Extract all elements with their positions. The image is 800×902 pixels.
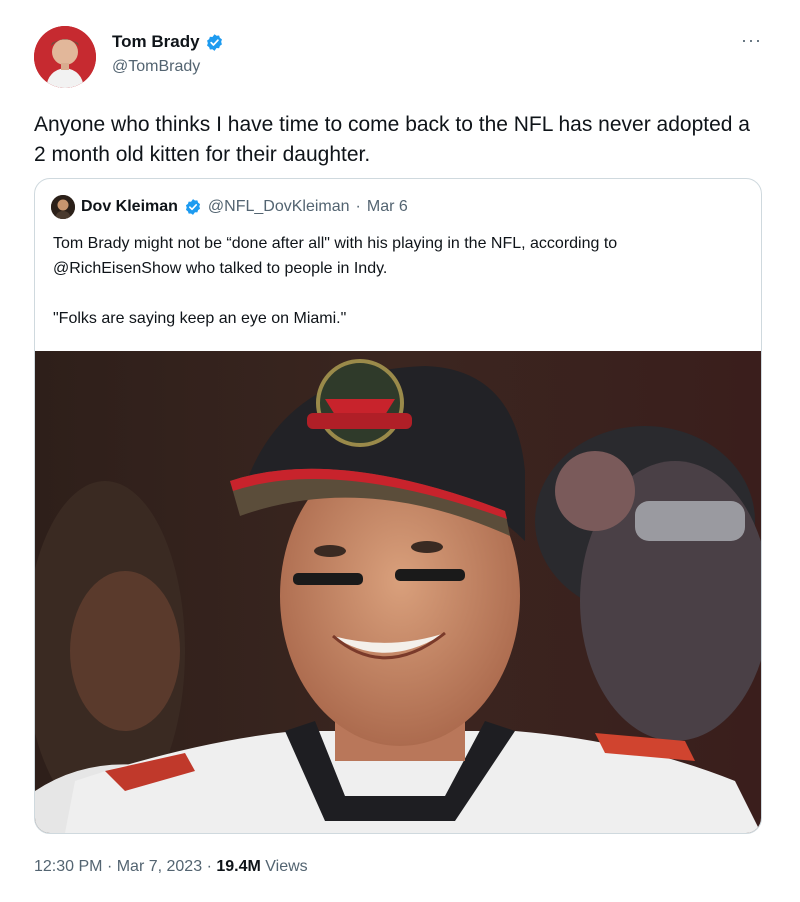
quoted-author-avatar[interactable] <box>51 195 75 219</box>
tweet-time[interactable]: 12:30 PM <box>34 858 102 875</box>
tweet-date[interactable]: Mar 7, 2023 <box>117 858 202 875</box>
author-avatar[interactable] <box>34 26 96 88</box>
quoted-date[interactable]: Mar 6 <box>367 198 408 216</box>
tweet-text: Anyone who thinks I have time to come ba… <box>34 113 750 166</box>
quoted-text-paragraph-2: "Folks are saying keep an eye on Miami." <box>53 310 347 327</box>
views-label: Views <box>265 858 308 875</box>
tweet-metadata: 12:30 PM · Mar 7, 2023 · 19.4M Views <box>34 858 308 876</box>
verified-badge-icon <box>206 33 222 51</box>
author-block: Tom Brady @TomBrady <box>112 32 224 76</box>
quoted-text-paragraph-1: Tom Brady might not be “done after all" … <box>53 235 618 277</box>
author-handle[interactable]: @TomBrady <box>112 58 224 76</box>
quoted-tweet[interactable]: Dov Kleiman @NFL_DovKleiman · Mar 6 Tom … <box>34 178 762 834</box>
quoted-author-handle[interactable]: @NFL_DovKleiman <box>208 198 350 216</box>
quoted-separator: · <box>355 198 361 215</box>
author-name[interactable]: Tom Brady <box>112 32 200 52</box>
meta-separator: · <box>206 858 212 875</box>
verified-badge-icon <box>185 199 200 215</box>
quoted-header: Dov Kleiman @NFL_DovKleiman · Mar 6 <box>51 195 408 219</box>
views-count: 19.4M <box>216 858 261 875</box>
quoted-media-photo[interactable] <box>35 351 761 833</box>
meta-separator: · <box>106 858 113 875</box>
quoted-text: Tom Brady might not be “done after all" … <box>53 231 743 356</box>
more-options-icon[interactable]: ··· <box>741 30 762 51</box>
quoted-author-name[interactable]: Dov Kleiman <box>81 198 178 216</box>
